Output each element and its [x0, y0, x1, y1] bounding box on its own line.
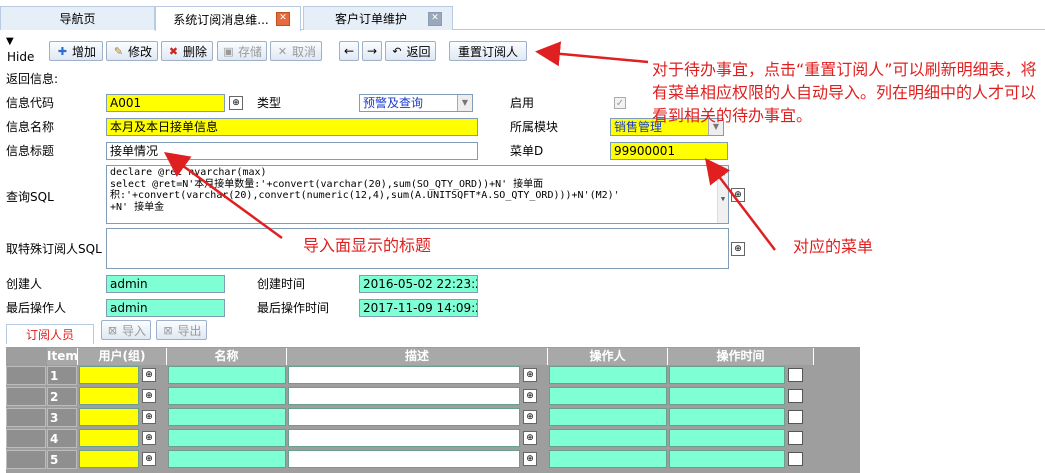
annotation-menu-note: 对应的菜单: [793, 237, 874, 256]
annotation-arrow-title: [163, 152, 283, 240]
annotation-reset-note: 对于待办事宜，点击“重置订阅人”可以刷新明细表，将有菜单相应权限的人自动导入。列…: [652, 60, 1037, 125]
annotation-arrow-menu: [704, 158, 776, 251]
annotation-arrow-reset: [535, 41, 649, 67]
annotation-title-note: 导入面显示的标题: [303, 236, 432, 255]
